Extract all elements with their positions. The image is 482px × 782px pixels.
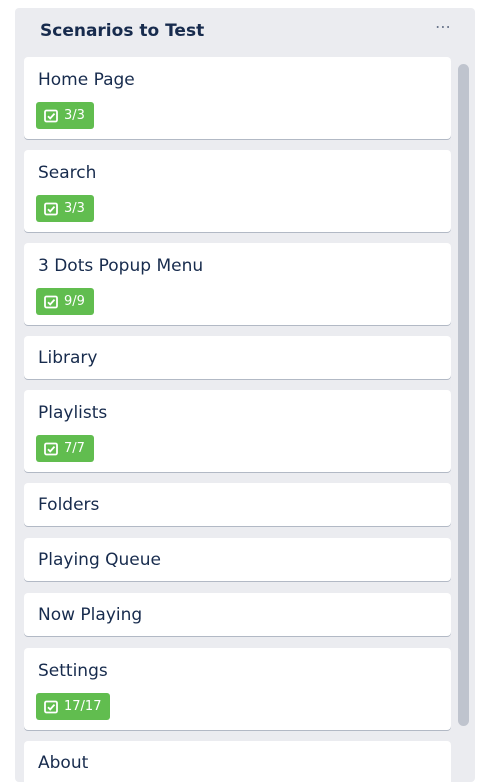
checklist-count: 3/3: [64, 108, 85, 123]
card-title: Settings: [38, 661, 108, 681]
checklist-badge: 3/3: [36, 195, 94, 222]
card-search[interactable]: Search 3/3: [24, 150, 451, 232]
checklist-count: 3/3: [64, 201, 85, 216]
checklist-badge: 9/9: [36, 288, 94, 315]
scrollbar-thumb[interactable]: [458, 64, 469, 726]
card-title: Playing Queue: [38, 550, 161, 570]
card-playing-queue[interactable]: Playing Queue: [24, 538, 451, 581]
checklist-count: 9/9: [64, 294, 85, 309]
card-settings[interactable]: Settings 17/17: [24, 648, 451, 730]
card-title: 3 Dots Popup Menu: [38, 256, 204, 276]
card-playlists[interactable]: Playlists 7/7: [24, 390, 451, 472]
card-3-dots-popup-menu[interactable]: 3 Dots Popup Menu 9/9: [24, 243, 451, 325]
checklist-icon: [44, 109, 58, 122]
checklist-icon: [44, 442, 58, 455]
card-title: Search: [38, 163, 97, 183]
list-header: Scenarios to Test ⋯: [15, 8, 475, 56]
card-title: About: [38, 753, 89, 773]
checklist-icon: [44, 295, 58, 308]
checklist-badge: 7/7: [36, 435, 94, 462]
card-title: Home Page: [38, 70, 135, 90]
card-folders[interactable]: Folders: [24, 483, 451, 526]
card-now-playing[interactable]: Now Playing: [24, 593, 451, 636]
checklist-icon: [44, 700, 58, 713]
list-menu-button[interactable]: ⋯: [429, 19, 457, 42]
checklist-count: 17/17: [64, 699, 102, 714]
list-title[interactable]: Scenarios to Test: [40, 21, 204, 41]
checklist-icon: [44, 202, 58, 215]
checklist-count: 7/7: [64, 441, 85, 456]
checklist-badge: 3/3: [36, 102, 94, 129]
card-about[interactable]: About: [24, 741, 451, 782]
card-title: Folders: [38, 495, 100, 515]
card-title: Library: [38, 348, 98, 368]
checklist-badge: 17/17: [36, 693, 111, 720]
card-title: Now Playing: [38, 605, 143, 625]
card-library[interactable]: Library: [24, 336, 451, 379]
card-title: Playlists: [38, 403, 108, 423]
card-home-page[interactable]: Home Page 3/3: [24, 57, 451, 139]
list-column: Scenarios to Test ⋯ Home Page 3/3 Search…: [15, 8, 475, 782]
